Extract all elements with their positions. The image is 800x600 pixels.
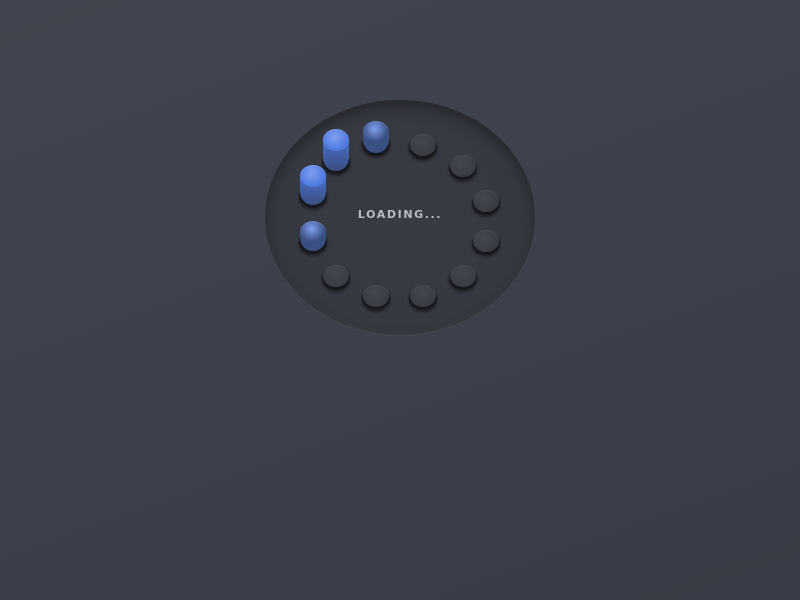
spinner-dot	[409, 280, 437, 310]
spinner-dot	[299, 160, 327, 208]
spinner-dot	[472, 185, 500, 215]
spinner-dot	[362, 280, 390, 310]
spinner-dot	[449, 150, 477, 180]
spinner-dot	[299, 216, 327, 254]
loading-label: LOADING...	[357, 208, 443, 221]
spinner-dot	[409, 129, 437, 159]
spinner-dot	[362, 116, 390, 156]
spinner-dot	[322, 260, 350, 290]
spinner-dot	[449, 260, 477, 290]
spinner-dot	[472, 225, 500, 255]
